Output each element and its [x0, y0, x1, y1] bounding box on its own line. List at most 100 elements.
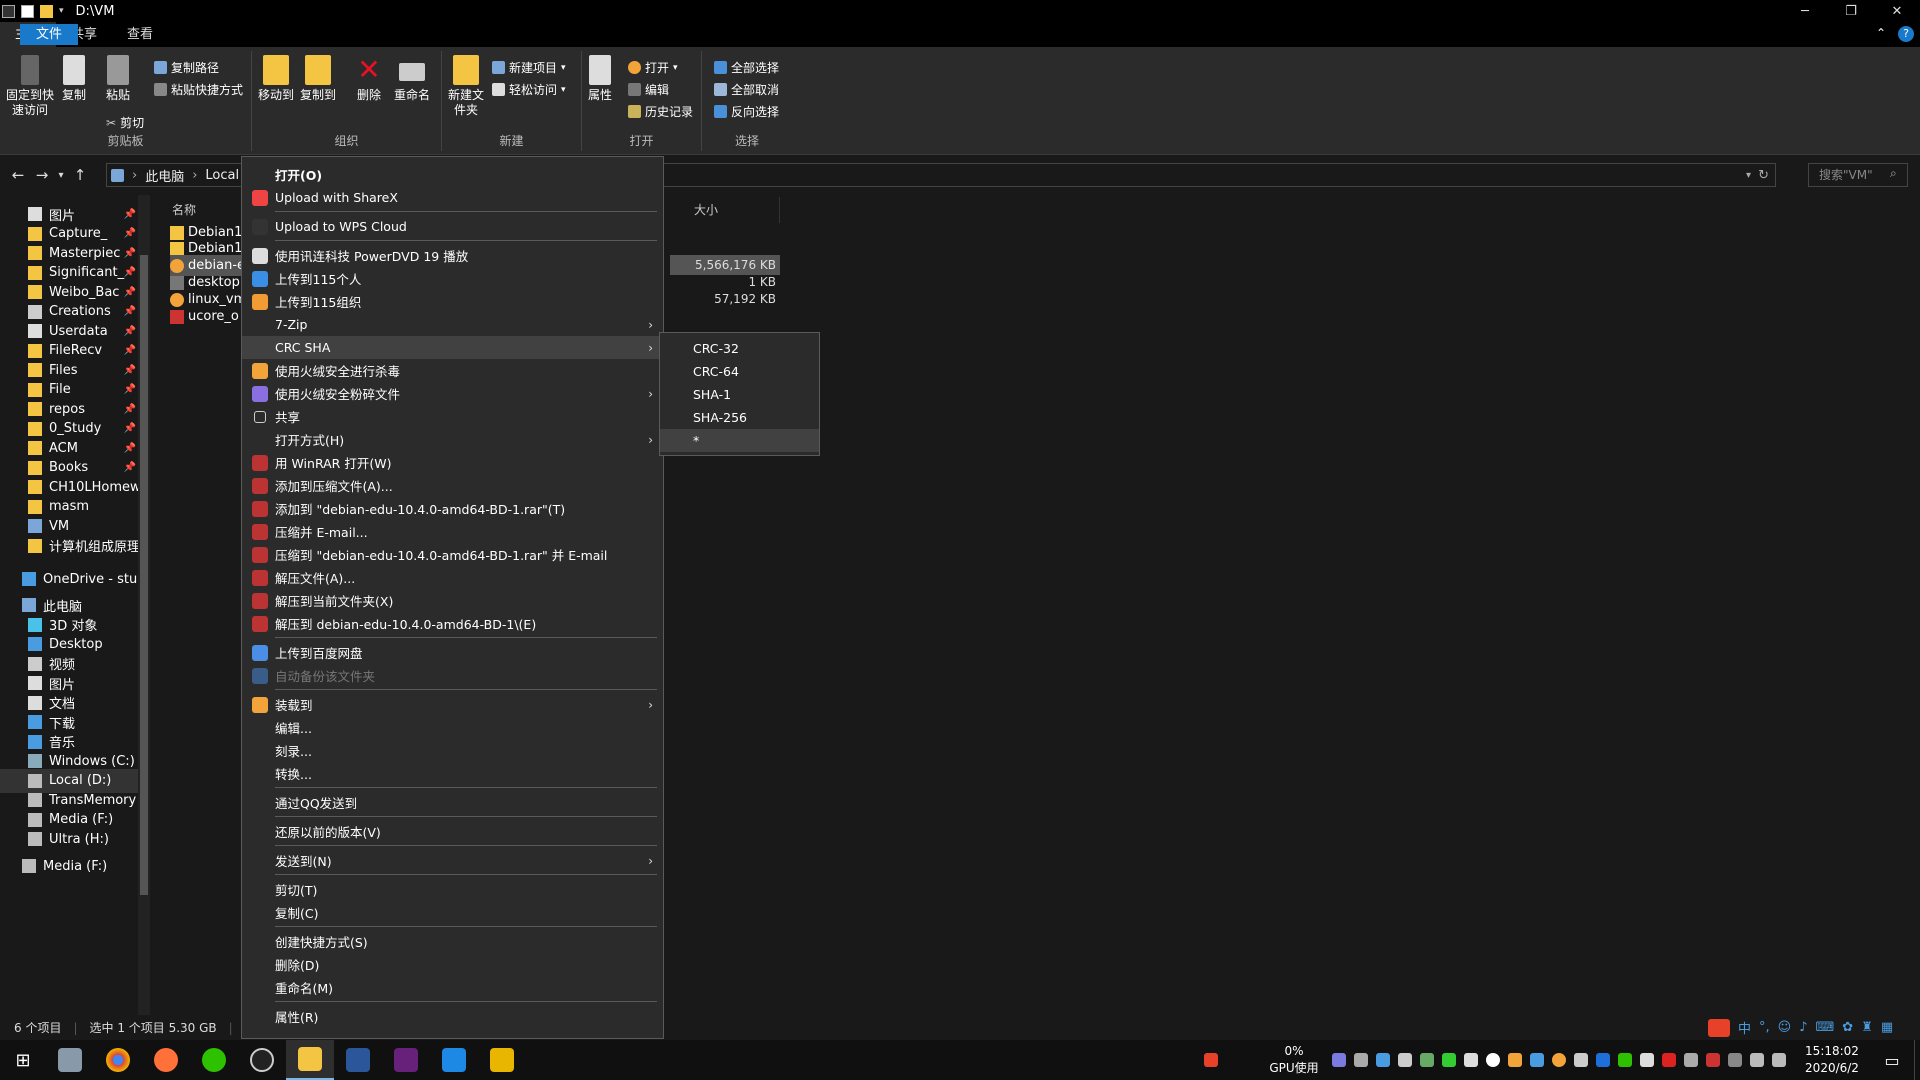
pin-icon[interactable]: 📌 — [124, 404, 136, 415]
nav-item[interactable]: Media (F:) — [0, 854, 150, 878]
quick-access-dropdown-icon[interactable]: ▾ — [59, 6, 64, 16]
delete-button[interactable]: ✕ 删除 — [356, 55, 382, 103]
taskbar-app[interactable] — [286, 1040, 334, 1080]
pin-icon[interactable]: 📌 — [124, 365, 136, 376]
nvidia-icon[interactable] — [1420, 1053, 1434, 1067]
context-menu-item[interactable]: 还原以前的版本(V) — [242, 820, 663, 843]
clock[interactable]: 15:18:02 2020/6/2 — [1794, 1043, 1870, 1077]
properties-button[interactable]: 属性 — [588, 55, 612, 103]
submenu-item[interactable]: * — [660, 429, 819, 452]
context-menu-item[interactable]: 使用火绒安全粉碎文件 › — [242, 382, 663, 405]
wechat-tray-icon[interactable] — [1618, 1053, 1632, 1067]
column-name-header[interactable]: 名称 — [172, 197, 196, 223]
taskbar-app[interactable] — [46, 1040, 94, 1080]
move-to-button[interactable]: 移动到 — [258, 55, 294, 103]
copy-to-button[interactable]: 复制到 — [300, 55, 336, 103]
pin-icon[interactable]: 📌 — [124, 228, 136, 239]
context-menu-item[interactable]: 属性(R) — [242, 1005, 663, 1028]
cut-button[interactable]: ✂ 剪切 — [106, 114, 144, 131]
nav-item[interactable]: Ultra (H:) — [0, 827, 150, 851]
select-none-button[interactable]: 全部取消 — [714, 81, 779, 98]
back-icon[interactable]: ← — [6, 166, 30, 184]
grid-icon[interactable]: ▦ — [1881, 1020, 1893, 1035]
context-menu-item[interactable]: 使用讯连科技 PowerDVD 19 播放 — [242, 244, 663, 267]
new-folder-quick-icon[interactable] — [40, 4, 53, 18]
context-menu-item[interactable]: 打开方式(H) › — [242, 428, 663, 451]
context-menu-item[interactable]: 上传到115个人 — [242, 267, 663, 290]
sogou-icon[interactable] — [1708, 1018, 1730, 1037]
search-icon[interactable]: ⌕ — [1890, 166, 1897, 181]
pin-icon[interactable]: 📌 — [124, 443, 136, 454]
maximize-button[interactable]: ❐ — [1828, 0, 1874, 22]
context-menu-item[interactable]: 创建快捷方式(S) — [242, 930, 663, 953]
nav-item[interactable]: 计算机组成原理 — [0, 534, 150, 558]
tray-app-icon[interactable] — [1706, 1053, 1720, 1067]
punctuation-icon[interactable]: °, — [1759, 1020, 1770, 1035]
recent-dropdown-icon[interactable]: ▾ — [54, 170, 68, 181]
explorer-icon[interactable] — [2, 4, 15, 18]
minimize-button[interactable]: ─ — [1782, 0, 1828, 22]
context-menu-item[interactable]: 共享 — [242, 405, 663, 428]
notification-icon[interactable]: ▭ — [1878, 1051, 1906, 1070]
history-button[interactable]: 历史记录 — [628, 103, 693, 120]
breadcrumb-local[interactable]: Local — [205, 168, 239, 183]
telegram-icon[interactable] — [1376, 1053, 1390, 1067]
pin-icon[interactable]: 📌 — [124, 326, 136, 337]
context-menu-item[interactable]: 剪切(T) — [242, 878, 663, 901]
context-menu-item[interactable]: 用 WinRAR 打开(W) — [242, 451, 663, 474]
nav-scrollbar[interactable] — [138, 195, 150, 1015]
gpu-monitor[interactable]: 0% GPU使用 — [1264, 1043, 1324, 1077]
tray-app-icon[interactable] — [1464, 1053, 1478, 1067]
rename-button[interactable]: 重命名 — [394, 55, 430, 103]
tray-app-icon[interactable] — [1332, 1053, 1346, 1067]
file-row[interactable]: ucore_o — [170, 306, 239, 327]
context-menu-item[interactable]: 转换... — [242, 762, 663, 785]
pin-icon[interactable]: 📌 — [124, 248, 136, 259]
pin-icon[interactable]: 📌 — [124, 462, 136, 473]
context-menu-item[interactable]: 解压到当前文件夹(X) — [242, 589, 663, 612]
submenu-item[interactable]: CRC-64 — [660, 360, 819, 383]
wifi-icon[interactable] — [1750, 1053, 1764, 1067]
pin-icon[interactable]: 📌 — [124, 345, 136, 356]
context-menu-item[interactable]: 装载到 › — [242, 693, 663, 716]
tray-app-icon[interactable] — [1574, 1053, 1588, 1067]
pin-icon[interactable]: 📌 — [124, 267, 136, 278]
properties-quick-icon[interactable] — [21, 4, 34, 18]
context-menu-item[interactable]: 使用火绒安全进行杀毒 — [242, 359, 663, 382]
tray-app-icon[interactable] — [1662, 1053, 1676, 1067]
sogou-tray-icon[interactable] — [1204, 1053, 1218, 1067]
context-menu-item[interactable]: 添加到 "debian-edu-10.4.0-amd64-BD-1.rar"(T… — [242, 497, 663, 520]
context-menu-item[interactable]: 上传到百度网盘 — [242, 641, 663, 664]
copy-path-button[interactable]: 复制路径 — [154, 59, 219, 76]
tray-app-icon[interactable] — [1508, 1053, 1522, 1067]
emoji-icon[interactable]: ☺ — [1778, 1020, 1792, 1035]
pin-icon[interactable]: 📌 — [124, 384, 136, 395]
breadcrumb-this-pc[interactable]: 此电脑 — [145, 166, 184, 185]
context-menu-item[interactable]: 通过QQ发送到 — [242, 791, 663, 814]
pin-quick-access-button[interactable]: 固定到快速访问 — [6, 55, 54, 118]
bluetooth-icon[interactable] — [1596, 1053, 1610, 1067]
tray-app-icon[interactable] — [1684, 1053, 1698, 1067]
onedrive-icon[interactable] — [1486, 1053, 1500, 1067]
pin-icon[interactable]: 📌 — [124, 423, 136, 434]
network-icon[interactable] — [1728, 1053, 1742, 1067]
taskbar-app[interactable] — [478, 1040, 526, 1080]
close-button[interactable]: ✕ — [1874, 0, 1920, 22]
ime-mode[interactable]: 中 — [1738, 1018, 1751, 1037]
pin-icon[interactable]: 📌 — [124, 306, 136, 317]
context-menu-item[interactable]: 打开(O) — [242, 163, 663, 186]
submenu-item[interactable]: SHA-256 — [660, 406, 819, 429]
copy-button[interactable]: 复制 — [62, 55, 86, 103]
nav-scrollbar-thumb[interactable] — [140, 255, 148, 895]
pin-icon[interactable]: 📌 — [124, 287, 136, 298]
open-button[interactable]: 打开 ▾ — [628, 59, 678, 76]
context-menu-item[interactable]: 编辑... — [242, 716, 663, 739]
context-menu-item[interactable]: 复制(C) — [242, 901, 663, 924]
new-folder-button[interactable]: 新建文件夹 — [448, 55, 484, 118]
help-icon[interactable]: ? — [1898, 26, 1914, 42]
paste-shortcut-button[interactable]: 粘贴快捷方式 — [154, 81, 243, 98]
tray-app-icon[interactable] — [1398, 1053, 1412, 1067]
edit-button[interactable]: 编辑 — [628, 81, 669, 98]
tray-app-icon[interactable] — [1354, 1053, 1368, 1067]
nav-item[interactable]: OneDrive - stu2 — [0, 567, 150, 591]
